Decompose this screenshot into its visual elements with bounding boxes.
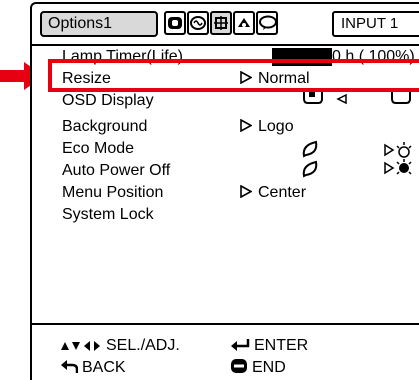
- options2-icon[interactable]: [233, 11, 255, 35]
- lamp-timer-value: 0 h ( 100%): [332, 48, 415, 65]
- back-arrow-icon: [61, 360, 79, 373]
- options1-icon[interactable]: [210, 11, 232, 35]
- eco-leaf-icon: [302, 160, 318, 178]
- menu-item-menu-position[interactable]: Menu Position Center: [32, 182, 419, 204]
- menu-header: Options1 INPUT 1: [32, 4, 419, 44]
- input-indicator: INPUT 1: [332, 11, 419, 37]
- menu-item-osd-display[interactable]: OSD Display: [32, 90, 419, 112]
- menu-item-label: Background: [62, 118, 148, 135]
- end-hint: END: [230, 358, 286, 378]
- menu-item-value[interactable]: Center: [240, 182, 306, 204]
- menu-item-background[interactable]: Background Logo: [32, 116, 419, 138]
- tab-options1[interactable]: Options1: [40, 11, 158, 37]
- eco-options-icon: [384, 159, 412, 175]
- back-hint: BACK: [60, 358, 126, 378]
- right-triangle-icon: [240, 119, 252, 132]
- menu-item-label: Auto Power Off: [62, 162, 171, 179]
- language-icon[interactable]: [256, 11, 278, 35]
- menu-item-auto-power-off[interactable]: Auto Power Off: [32, 159, 419, 182]
- direction-keys-icon: [61, 341, 100, 351]
- menu-item-label: System Lock: [62, 206, 154, 223]
- eco-options-icon: [384, 142, 412, 158]
- menu-item-system-lock[interactable]: System Lock: [32, 204, 419, 226]
- menu-item-resize[interactable]: Resize Normal: [32, 68, 419, 90]
- menu-item-label: Resize: [62, 70, 111, 87]
- right-triangle-icon: [240, 71, 252, 84]
- audio-icon[interactable]: [187, 11, 209, 35]
- menu-button-icon: [231, 359, 247, 373]
- enter-icon: [231, 339, 250, 351]
- menu-item-label: Eco Mode: [62, 140, 135, 157]
- menu-item-label: OSD Display: [62, 92, 154, 109]
- right-triangle-icon: [240, 185, 252, 198]
- menu-item-eco-mode[interactable]: Eco Mode: [32, 138, 419, 160]
- menu-item-value[interactable]: Logo: [240, 116, 294, 138]
- lamp-timer-label: Lamp Timer(Life): [62, 48, 183, 65]
- lamp-level-bar: [272, 48, 332, 66]
- footer-divider: [30, 323, 419, 325]
- menu-item-label: Menu Position: [62, 184, 164, 201]
- lamp-timer-row: Lamp Timer(Life) 0 h ( 100%): [32, 46, 419, 68]
- eco-leaf-icon: [302, 140, 318, 158]
- menu-item-value[interactable]: Normal: [240, 68, 310, 90]
- enter-hint: ENTER: [230, 336, 308, 356]
- select-adjust-hint: SEL./ADJ.: [60, 336, 180, 356]
- picture-icon[interactable]: [164, 11, 186, 35]
- osd-display-options-icon: [303, 90, 411, 105]
